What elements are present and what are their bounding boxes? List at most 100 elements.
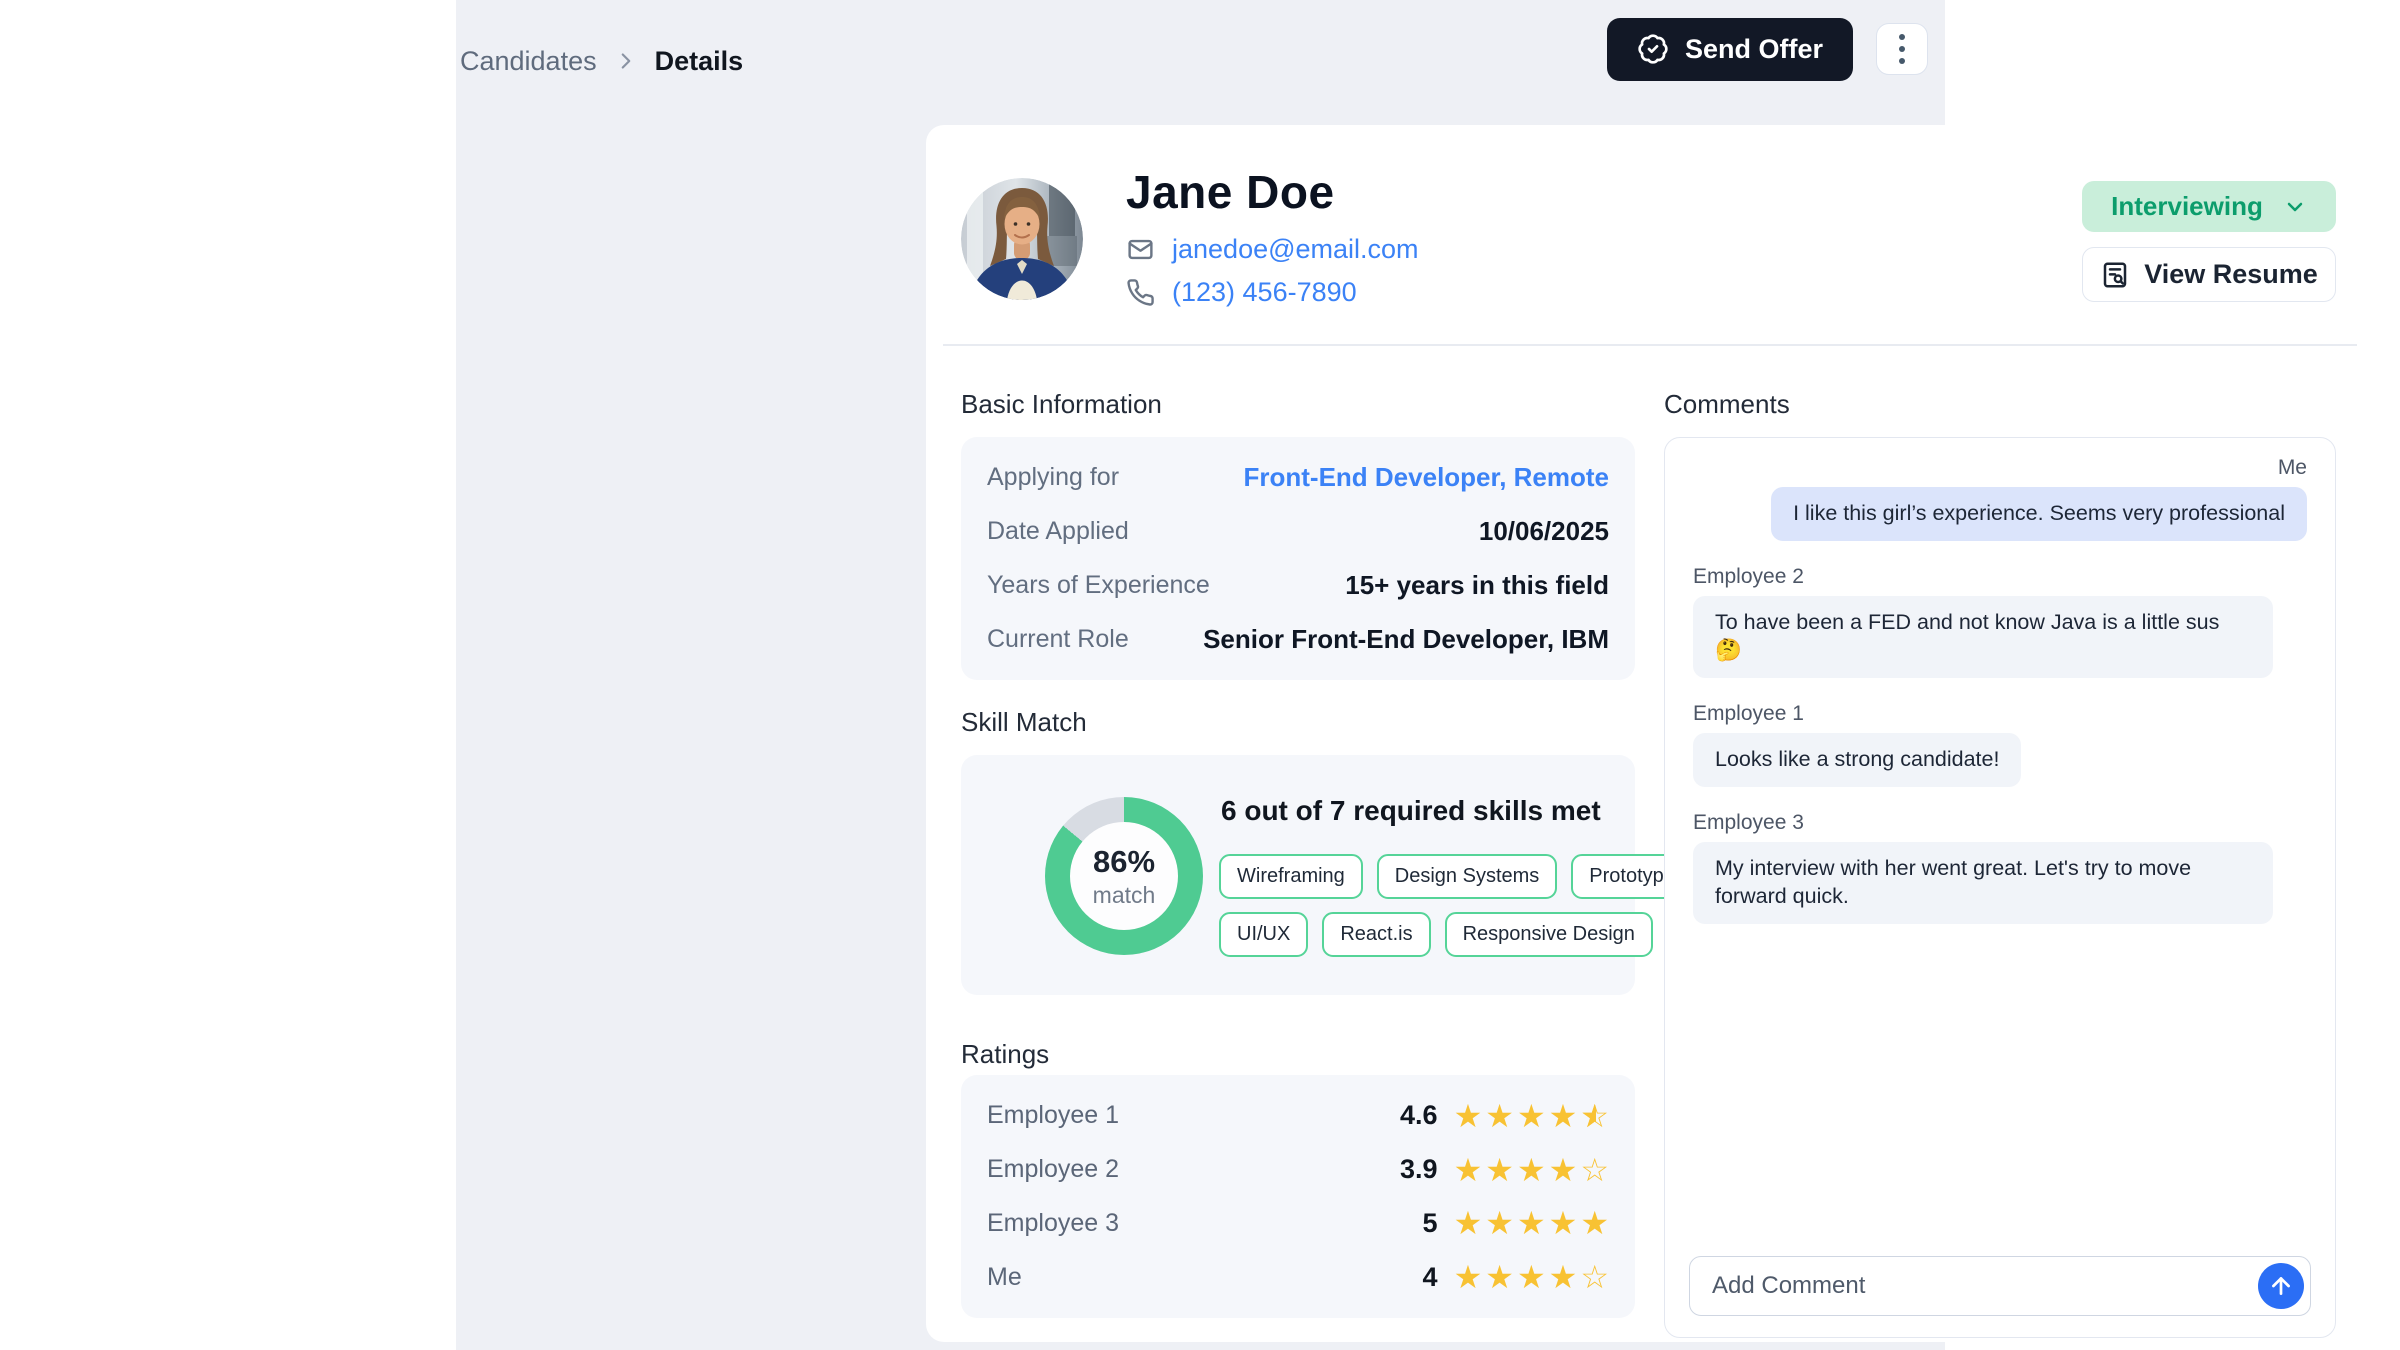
rating-label: Me xyxy=(987,1263,1423,1292)
skill-chip-row: Wireframing Design Systems Prototyping xyxy=(1219,854,1708,899)
comment-bubble: My interview with her went great. Let's … xyxy=(1693,842,2273,924)
star-full-icon: ★ xyxy=(1454,1154,1483,1186)
ratings-title: Ratings xyxy=(961,1039,1049,1070)
send-comment-button[interactable] xyxy=(2258,1263,2304,1309)
view-resume-label: View Resume xyxy=(2144,259,2318,290)
info-label: Date Applied xyxy=(987,517,1129,546)
star-full-icon: ★ xyxy=(1454,1100,1483,1132)
skill-chip: Design Systems xyxy=(1377,854,1558,899)
comment-author: Employee 3 xyxy=(1693,811,1804,835)
rating-value: 4.6 xyxy=(1400,1100,1438,1131)
skill-match-donut: 86% match xyxy=(1045,797,1203,955)
star-full-icon: ★ xyxy=(1485,1154,1514,1186)
star-full-icon: ★ xyxy=(1485,1207,1514,1239)
avatar xyxy=(961,178,1083,300)
rating-value: 3.9 xyxy=(1400,1154,1438,1185)
send-offer-button[interactable]: Send Offer xyxy=(1607,18,1853,81)
rating-row: Me 4 ★★★★☆ xyxy=(987,1261,1609,1293)
star-full-icon: ★ xyxy=(1454,1261,1483,1293)
comment-input-wrap xyxy=(1689,1256,2311,1316)
rating-value: 4 xyxy=(1423,1262,1438,1293)
applying-for-link[interactable]: Front-End Developer, Remote xyxy=(1244,462,1610,493)
rating-label: Employee 1 xyxy=(987,1101,1400,1130)
breadcrumb: Candidates Details xyxy=(460,0,743,122)
comments-panel: Me I like this girl’s experience. Seems … xyxy=(1664,437,2336,1338)
badge-check-icon xyxy=(1637,33,1669,65)
comment-employee-2: Employee 2 To have been a FED and not kn… xyxy=(1693,565,2307,678)
topbar: Candidates Details Send Offer xyxy=(456,0,1945,122)
info-label: Years of Experience xyxy=(987,571,1210,600)
match-percent: 86% xyxy=(1093,844,1155,880)
info-row-applying-for: Applying for Front-End Developer, Remote xyxy=(987,462,1609,493)
basic-info-panel: Applying for Front-End Developer, Remote… xyxy=(961,437,1635,680)
star-full-icon: ★ xyxy=(1517,1100,1546,1132)
view-resume-button[interactable]: View Resume xyxy=(2082,247,2336,302)
skill-match-panel: 86% match 6 out of 7 required skills met… xyxy=(961,755,1635,995)
skill-chip: Wireframing xyxy=(1219,854,1363,899)
skill-chip: UI/UX xyxy=(1219,912,1308,957)
phone-row: (123) 456-7890 xyxy=(1126,277,1357,308)
arrow-up-icon xyxy=(2268,1273,2294,1299)
chevron-right-icon xyxy=(613,48,639,74)
phone-icon xyxy=(1126,278,1155,307)
star-full-icon: ★ xyxy=(1549,1261,1578,1293)
star-full-icon: ★ xyxy=(1517,1154,1546,1186)
vertical-dots-icon xyxy=(1899,34,1905,40)
rating-label: Employee 2 xyxy=(987,1155,1400,1184)
match-label: match xyxy=(1093,882,1156,909)
status-label: Interviewing xyxy=(2111,191,2263,222)
donut-center: 86% match xyxy=(1070,822,1178,930)
star-full-icon: ★ xyxy=(1454,1207,1483,1239)
info-value: 15+ years in this field xyxy=(1345,570,1609,601)
comment-bubble: To have been a FED and not know Java is … xyxy=(1693,596,2273,678)
info-row-date-applied: Date Applied 10/06/2025 xyxy=(987,516,1609,547)
rating-row: Employee 3 5 ★★★★★ xyxy=(987,1207,1609,1239)
star-rating: ★★★★☆ xyxy=(1454,1261,1609,1293)
star-full-icon: ★ xyxy=(1549,1154,1578,1186)
divider xyxy=(943,344,2357,346)
comment-author: Employee 1 xyxy=(1693,702,1804,726)
star-rating: ★★★★☆ xyxy=(1454,1154,1609,1186)
email-row: janedoe@email.com xyxy=(1126,234,1419,265)
comment-employee-1: Employee 1 Looks like a strong candidate… xyxy=(1693,702,2307,787)
star-empty-icon: ☆ xyxy=(1580,1261,1609,1293)
phone-link[interactable]: (123) 456-7890 xyxy=(1172,277,1357,308)
candidate-name: Jane Doe xyxy=(1126,165,1335,219)
more-options-button[interactable] xyxy=(1876,23,1928,75)
star-full-icon: ★ xyxy=(1517,1261,1546,1293)
star-full-icon: ★ xyxy=(1485,1261,1514,1293)
candidate-card: Jane Doe janedoe@email.com (123) 456-789… xyxy=(926,125,2388,1342)
rating-value: 5 xyxy=(1423,1208,1438,1239)
comments-title: Comments xyxy=(1664,389,1790,420)
content-column: Candidates Details Send Offer xyxy=(456,0,1945,1350)
star-full-icon: ★ xyxy=(1517,1207,1546,1239)
skill-match-title: Skill Match xyxy=(961,707,1087,738)
star-full-icon: ★ xyxy=(1485,1100,1514,1132)
rating-row: Employee 1 4.6 ★★★★☆★ xyxy=(987,1100,1609,1132)
status-dropdown[interactable]: Interviewing xyxy=(2082,181,2336,232)
ratings-panel: Employee 1 4.6 ★★★★☆★ Employee 2 3.9 ★★★… xyxy=(961,1075,1635,1318)
send-offer-label: Send Offer xyxy=(1685,34,1823,65)
comment-bubble: Looks like a strong candidate! xyxy=(1693,733,2021,787)
info-label: Applying for xyxy=(987,463,1119,492)
comment-employee-3: Employee 3 My interview with her went gr… xyxy=(1693,811,2307,924)
file-search-icon xyxy=(2100,260,2130,290)
info-label: Current Role xyxy=(987,625,1129,654)
star-full-icon: ★ xyxy=(1549,1207,1578,1239)
chevron-down-icon xyxy=(2283,195,2307,219)
comment-author: Employee 2 xyxy=(1693,565,1804,589)
star-half-icon: ☆★ xyxy=(1580,1100,1609,1132)
add-comment-input[interactable] xyxy=(1689,1256,2311,1316)
skill-chip: Responsive Design xyxy=(1445,912,1653,957)
rating-row: Employee 2 3.9 ★★★★☆ xyxy=(987,1154,1609,1186)
topbar-actions: Send Offer xyxy=(1607,17,1928,81)
comment-bubble: I like this girl’s experience. Seems ver… xyxy=(1771,487,2307,541)
star-rating: ★★★★☆★ xyxy=(1454,1100,1609,1132)
info-value: Senior Front-End Developer, IBM xyxy=(1203,624,1609,655)
breadcrumb-details: Details xyxy=(655,46,744,77)
star-full-icon: ★ xyxy=(1549,1100,1578,1132)
email-link[interactable]: janedoe@email.com xyxy=(1172,234,1419,265)
breadcrumb-candidates[interactable]: Candidates xyxy=(460,46,597,77)
comment-author: Me xyxy=(2278,456,2307,480)
mail-icon xyxy=(1126,235,1155,264)
